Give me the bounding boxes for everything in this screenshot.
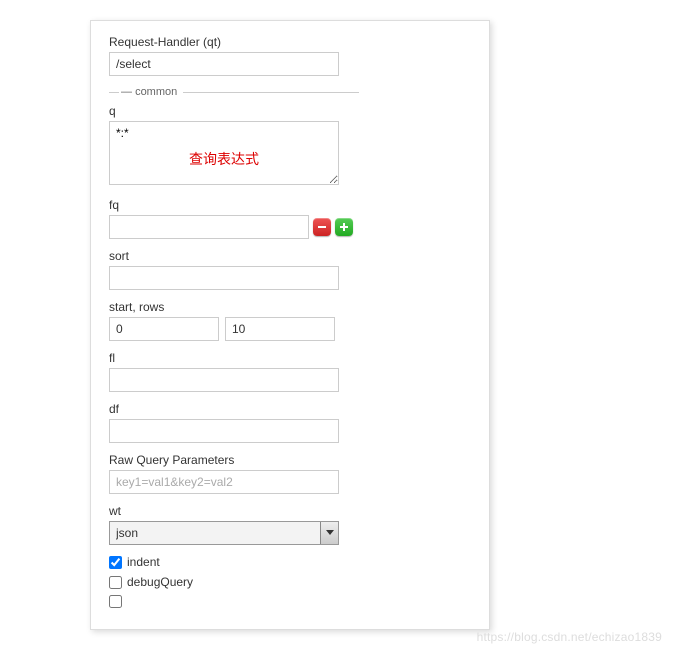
startrows-row — [109, 317, 359, 341]
debug-checkbox[interactable] — [109, 576, 122, 589]
truncated-checkbox[interactable] — [109, 595, 122, 608]
fl-input[interactable] — [109, 368, 339, 392]
fl-field-group: fl — [109, 351, 359, 392]
sort-input[interactable] — [109, 266, 339, 290]
common-fieldset: — common q *:* 查询表达式 fq sort — [109, 86, 359, 608]
plus-icon — [339, 222, 349, 232]
fq-add-button[interactable] — [335, 218, 353, 236]
df-input[interactable] — [109, 419, 339, 443]
debug-row: debugQuery — [109, 575, 359, 589]
indent-row: indent — [109, 555, 359, 569]
start-input[interactable] — [109, 317, 219, 341]
fq-row — [109, 215, 359, 239]
df-label: df — [109, 402, 359, 416]
minus-icon — [317, 222, 327, 232]
raw-field-group: Raw Query Parameters — [109, 453, 359, 494]
indent-checkbox[interactable] — [109, 556, 122, 569]
wt-field-group: wt json — [109, 504, 359, 545]
raw-input[interactable] — [109, 470, 339, 494]
qt-field-group: Request-Handler (qt) — [109, 35, 471, 76]
startrows-label: start, rows — [109, 300, 359, 314]
raw-label: Raw Query Parameters — [109, 453, 359, 467]
fq-remove-button[interactable] — [313, 218, 331, 236]
q-label: q — [109, 104, 359, 118]
rows-input[interactable] — [225, 317, 335, 341]
fq-label: fq — [109, 198, 359, 212]
startrows-field-group: start, rows — [109, 300, 359, 341]
fl-label: fl — [109, 351, 359, 365]
wt-select[interactable]: json — [109, 521, 339, 545]
sort-label: sort — [109, 249, 359, 263]
sort-field-group: sort — [109, 249, 359, 290]
watermark-text: https://blog.csdn.net/echizao1839 — [477, 630, 662, 644]
truncated-row — [109, 595, 359, 608]
query-form-panel: Request-Handler (qt) — common q *:* 查询表达… — [90, 20, 490, 630]
debug-label: debugQuery — [127, 575, 193, 589]
qt-label: Request-Handler (qt) — [109, 35, 471, 49]
df-field-group: df — [109, 402, 359, 443]
wt-label: wt — [109, 504, 359, 518]
q-textarea-wrap: *:* 查询表达式 — [109, 121, 339, 188]
q-textarea[interactable]: *:* — [109, 121, 339, 185]
common-legend: — common — [119, 86, 183, 98]
qt-input[interactable] — [109, 52, 339, 76]
fq-input[interactable] — [109, 215, 309, 239]
indent-label: indent — [127, 555, 160, 569]
fq-field-group: fq — [109, 198, 359, 239]
wt-select-wrap: json — [109, 521, 339, 545]
q-field-group: q *:* 查询表达式 — [109, 104, 359, 188]
